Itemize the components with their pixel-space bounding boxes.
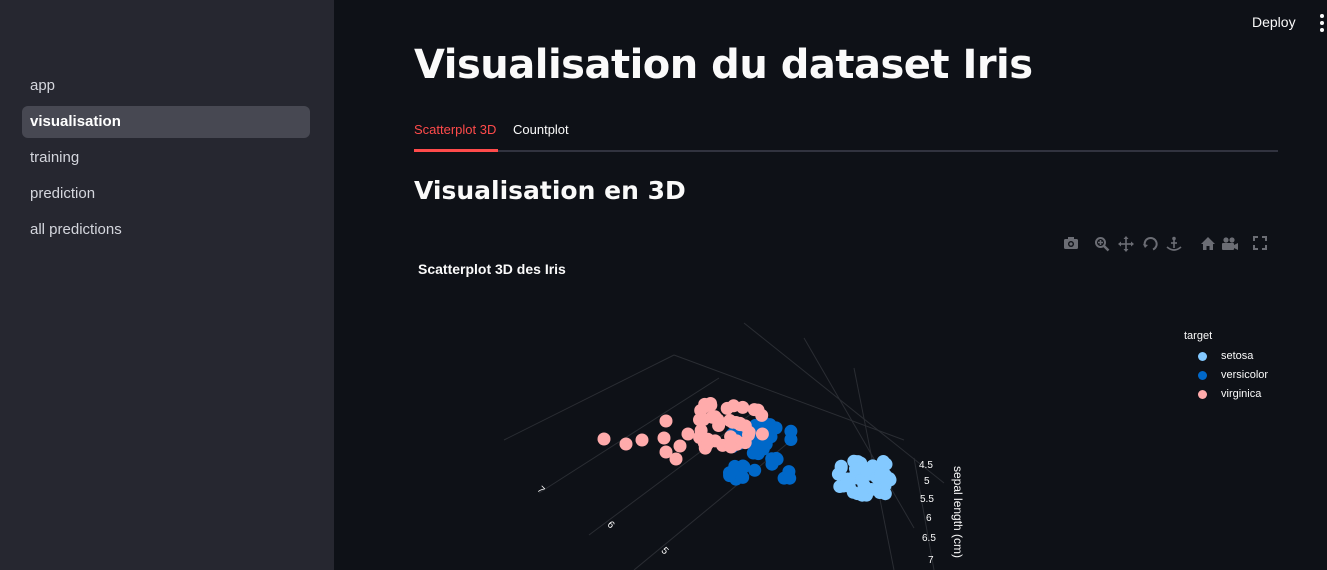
point-virginica	[635, 433, 649, 447]
active-tab-indicator	[414, 149, 498, 152]
point-virginica	[747, 403, 761, 417]
tick-label: 4.5	[919, 460, 933, 471]
sidebar-item-all-predictions[interactable]: all predictions	[22, 214, 310, 246]
point-virginica	[705, 410, 719, 424]
tick-label: 7	[535, 484, 547, 496]
point-versicolor	[784, 433, 798, 446]
tab-bar: Scatterplot 3D Countplot	[414, 114, 1278, 152]
point-virginica	[681, 427, 695, 441]
point-setosa	[834, 461, 848, 475]
tick-label: 6	[605, 519, 617, 531]
point-versicolor	[748, 463, 762, 477]
point-virginica	[698, 400, 712, 414]
tab-scatterplot-3d[interactable]: Scatterplot 3D	[414, 122, 496, 137]
sidebar-nav: app visualisation training prediction al…	[22, 70, 310, 250]
point-setosa	[876, 455, 890, 468]
point-virginica	[597, 432, 611, 446]
tick-label: 6	[926, 513, 932, 524]
point-versicolor	[765, 457, 779, 471]
legend-item-virginica[interactable]: virginica	[1184, 385, 1268, 404]
point-setosa	[849, 462, 862, 476]
section-title: Visualisation en 3D	[414, 176, 686, 205]
point-versicolor	[782, 465, 796, 479]
axis-label-sepal-length: sepal length (cm)	[951, 466, 965, 558]
point-setosa	[842, 476, 856, 489]
point-setosa	[874, 468, 888, 482]
vertical-dots-icon[interactable]	[1318, 14, 1327, 34]
tab-countplot[interactable]: Countplot	[513, 122, 569, 137]
sidebar-item-prediction[interactable]: prediction	[22, 178, 310, 210]
point-setosa	[851, 487, 864, 501]
legend-marker-setosa	[1198, 352, 1207, 361]
legend-marker-virginica	[1198, 390, 1207, 399]
tick-label: 7	[928, 555, 934, 566]
point-setosa	[878, 487, 892, 501]
legend-item-versicolor[interactable]: versicolor	[1184, 366, 1268, 385]
point-versicolor	[736, 470, 750, 484]
point-virginica	[619, 437, 633, 451]
point-virginica	[669, 452, 683, 466]
legend-label: virginica	[1221, 388, 1262, 400]
legend-title: target	[1184, 330, 1213, 342]
point-virginica	[657, 431, 671, 445]
point-virginica	[694, 424, 708, 437]
point-virginica	[755, 427, 769, 441]
point-virginica	[724, 440, 738, 454]
sidebar-item-visualisation[interactable]: visualisation	[22, 106, 310, 138]
tick-label: 6.5	[922, 533, 936, 544]
point-virginica	[720, 401, 734, 415]
page-title: Visualisation du dataset Iris	[414, 42, 1033, 88]
point-versicolor	[736, 459, 750, 473]
legend: target setosa versicolor virginica	[1184, 330, 1268, 404]
point-virginica	[700, 437, 714, 451]
sidebar: app visualisation training prediction al…	[0, 0, 334, 570]
scatter-3d-scene[interactable]: 4.5 5 5.5 6 6.5 7 7 6 5 sepal length (cm…	[414, 228, 1278, 570]
legend-label: versicolor	[1221, 369, 1269, 381]
legend-label: setosa	[1221, 350, 1254, 362]
legend-marker-versicolor	[1198, 371, 1207, 380]
deploy-button[interactable]: Deploy	[1252, 14, 1296, 30]
tick-label: 5.5	[920, 494, 934, 505]
sidebar-item-training[interactable]: training	[22, 142, 310, 174]
legend-item-setosa[interactable]: setosa	[1184, 347, 1268, 366]
point-virginica	[738, 419, 752, 433]
point-virginica	[673, 439, 687, 453]
point-versicolor	[769, 421, 783, 435]
tick-label: 5	[659, 545, 671, 557]
sidebar-item-app[interactable]: app	[22, 70, 310, 102]
scatter-3d-plot[interactable]: Scatterplot 3D des Iris 4.5 5 5.5 6 6.5 …	[414, 228, 1278, 570]
scatter-points	[597, 397, 897, 502]
tick-label: 5	[924, 476, 930, 487]
point-virginica	[736, 400, 750, 414]
point-versicolor	[723, 469, 737, 483]
point-virginica	[659, 414, 673, 428]
